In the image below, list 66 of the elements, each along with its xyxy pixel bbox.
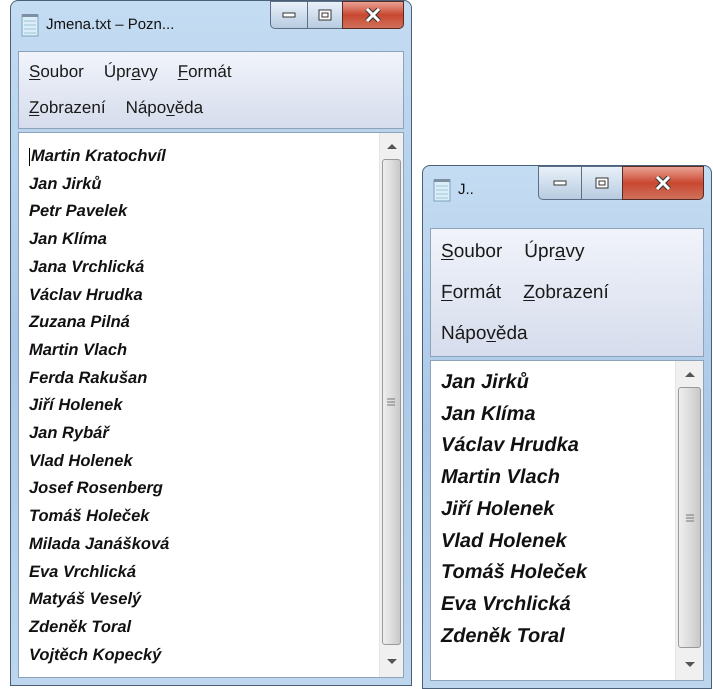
scroll-up-icon <box>684 371 694 377</box>
text-line: Josef Rosenberg <box>29 478 163 500</box>
menu-item[interactable]: Zobrazení <box>29 94 106 122</box>
close-button[interactable] <box>622 166 704 200</box>
text-line: Martin Vlach <box>441 465 560 490</box>
text-line: Václav Hrudka <box>441 433 579 458</box>
grip-icon <box>387 398 396 406</box>
close-icon <box>365 8 381 22</box>
scroll-thumb[interactable] <box>678 387 701 648</box>
scrollbar[interactable] <box>675 361 703 680</box>
maximize-icon <box>595 177 609 189</box>
text-line: Zdeněk Toral <box>29 616 132 638</box>
maximize-icon <box>318 9 332 21</box>
window-title: J.. <box>458 180 474 200</box>
text-line: Jan Jirků <box>441 370 529 395</box>
menu-item[interactable]: Nápověda <box>126 94 204 122</box>
scroll-down-icon <box>386 659 396 665</box>
menu-item[interactable]: Soubor <box>441 233 502 270</box>
notepad-icon <box>432 178 452 202</box>
text-line: Petr Pavelek <box>29 201 128 222</box>
scroll-thumb[interactable] <box>382 159 402 645</box>
text-line: Matyáš Veselý <box>29 589 142 610</box>
text-line: Eva Vrchlická <box>29 562 136 583</box>
menu-item[interactable]: Formát <box>441 274 502 311</box>
text-line: Vlad Holenek <box>441 528 567 554</box>
text-area[interactable] <box>18 132 404 678</box>
text-line: Vojtěch Kopecký <box>29 644 162 666</box>
notepad-icon <box>20 13 40 37</box>
text-line: Milada Janášková <box>29 534 170 555</box>
close-button[interactable] <box>342 1 404 29</box>
text-line: Martin Kratochvíl <box>31 146 166 167</box>
text-line: Jiří Holenek <box>29 395 123 416</box>
grip-icon <box>686 514 694 522</box>
text-area[interactable]: Jan Jirků Jan Klíma Václav Hrudka Martin Vlach Jiří Holenek Vlad Holenek Tomáš Holeček Eva Vrchlická Zdeněk Toral <box>430 360 704 681</box>
menu-item[interactable]: Nápověda <box>441 315 528 352</box>
text-line: Ferda Rakušan <box>29 368 148 389</box>
text-line: Tomáš Holeček <box>441 560 587 586</box>
text-line: Jan Jirků <box>29 174 102 195</box>
text-line: Jan Rybář <box>29 423 109 444</box>
text-line: Vlad Holenek <box>29 450 133 472</box>
menu-item[interactable]: Úpravy <box>104 58 158 86</box>
text-line: Zuzana Pilná <box>29 312 130 334</box>
text-line: Eva Vrchlická <box>441 592 571 617</box>
minimize-button[interactable] <box>270 1 308 29</box>
scrollbar[interactable] <box>379 133 403 677</box>
maximize-button[interactable] <box>308 1 342 29</box>
window-title: Jmena.txt – Pozn... <box>46 14 174 35</box>
minimize-icon <box>282 12 296 18</box>
menu-item[interactable]: Soubor <box>29 58 84 86</box>
text-line: Tomáš Holeček <box>29 506 150 528</box>
text-line: Martin Vlach <box>29 340 128 361</box>
text-line: Jiří Holenek <box>441 496 554 522</box>
text-line: Zdeněk Toral <box>441 624 565 649</box>
scroll-up-icon <box>386 143 396 149</box>
minimize-icon <box>553 180 567 186</box>
maximize-button[interactable] <box>582 166 622 200</box>
menu-item[interactable]: Formát <box>178 58 232 86</box>
minimize-button[interactable] <box>538 166 582 200</box>
scroll-down-icon <box>684 662 694 668</box>
menu-item[interactable]: Úpravy <box>524 233 584 270</box>
menu-item[interactable]: Zobrazení <box>523 274 609 311</box>
text-line: Jan Klíma <box>441 402 536 427</box>
close-icon <box>655 176 671 190</box>
text-line: Jana Vrchlická <box>29 256 144 278</box>
text-line: Václav Hrudka <box>29 284 143 306</box>
text-line: Jan Klíma <box>29 229 107 250</box>
